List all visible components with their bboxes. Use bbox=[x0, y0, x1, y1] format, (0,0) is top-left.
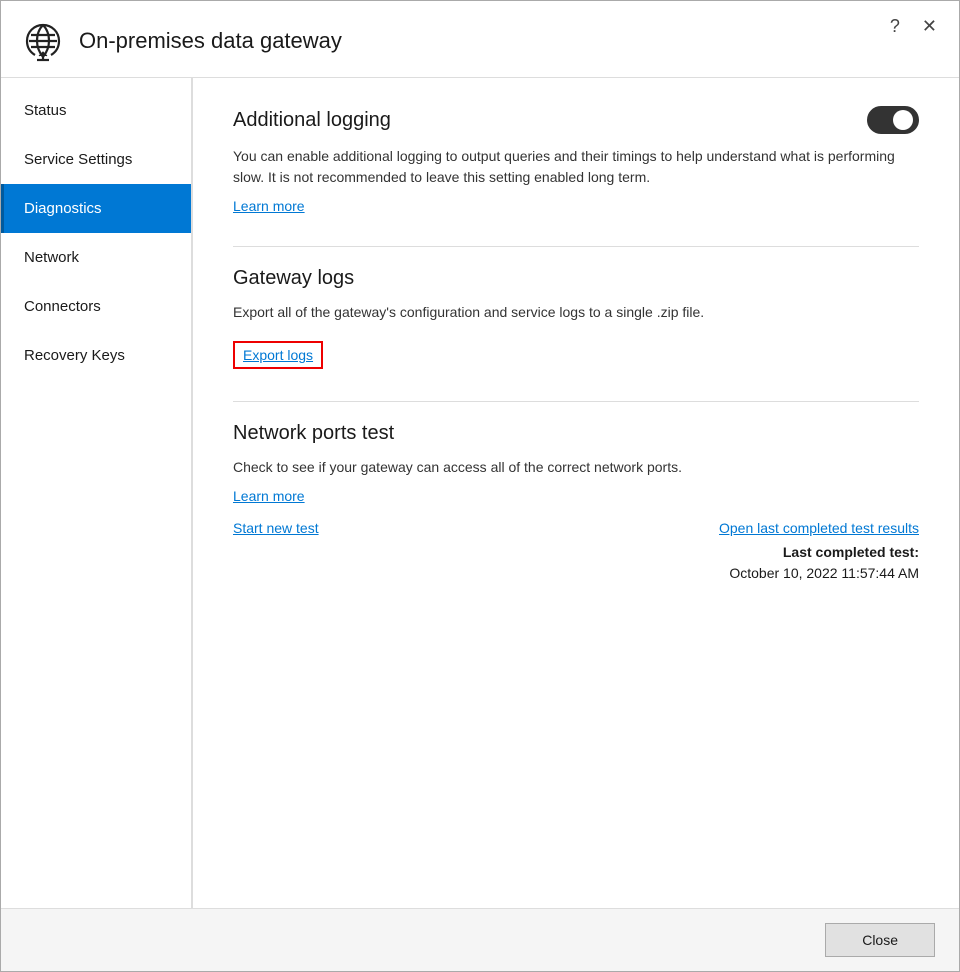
network-ports-learn-more[interactable]: Learn more bbox=[233, 488, 305, 504]
help-button[interactable]: ? bbox=[884, 15, 906, 37]
dialog-window: On-premises data gateway ? ✕ Status Serv… bbox=[0, 0, 960, 972]
network-ports-title: Network ports test bbox=[233, 422, 394, 445]
sidebar-item-connectors[interactable]: Connectors bbox=[1, 282, 191, 331]
additional-logging-section: Additional logging You can enable additi… bbox=[233, 106, 919, 214]
toggle-track[interactable] bbox=[867, 106, 919, 134]
sidebar: Status Service Settings Diagnostics Netw… bbox=[1, 78, 193, 908]
sidebar-item-recovery-keys[interactable]: Recovery Keys bbox=[1, 331, 191, 380]
network-ports-results: Open last completed test results Last co… bbox=[719, 520, 919, 584]
sidebar-item-status[interactable]: Status bbox=[1, 86, 191, 135]
close-dialog-button[interactable]: Close bbox=[825, 923, 935, 957]
bottom-bar: Close bbox=[1, 908, 959, 971]
divider-1 bbox=[233, 246, 919, 247]
additional-logging-body: You can enable additional logging to out… bbox=[233, 146, 919, 188]
export-logs-link[interactable]: Export logs bbox=[243, 347, 313, 363]
last-test-info: Last completed test: October 10, 2022 11… bbox=[729, 542, 919, 584]
additional-logging-header: Additional logging bbox=[233, 106, 919, 134]
content-area: Additional logging You can enable additi… bbox=[193, 78, 959, 908]
gateway-logs-section: Gateway logs Export all of the gateway's… bbox=[233, 267, 919, 369]
title-controls: ? ✕ bbox=[884, 15, 943, 37]
sidebar-item-network[interactable]: Network bbox=[1, 233, 191, 282]
open-last-results-link[interactable]: Open last completed test results bbox=[719, 520, 919, 536]
close-button[interactable]: ✕ bbox=[916, 15, 943, 37]
last-completed-label: Last completed test: bbox=[729, 542, 919, 563]
sidebar-item-service-settings[interactable]: Service Settings bbox=[1, 135, 191, 184]
divider-2 bbox=[233, 401, 919, 402]
start-new-test-link[interactable]: Start new test bbox=[233, 520, 319, 536]
sidebar-item-diagnostics[interactable]: Diagnostics bbox=[1, 184, 191, 233]
network-ports-footer: Start new test Open last completed test … bbox=[233, 510, 919, 584]
network-ports-actions: Start new test bbox=[233, 520, 319, 536]
network-ports-section: Network ports test Check to see if your … bbox=[233, 422, 919, 584]
additional-logging-toggle[interactable] bbox=[867, 106, 919, 134]
additional-logging-title: Additional logging bbox=[233, 109, 391, 132]
gateway-logs-title: Gateway logs bbox=[233, 267, 354, 290]
dialog-title: On-premises data gateway bbox=[79, 28, 342, 54]
title-bar: On-premises data gateway ? ✕ bbox=[1, 1, 959, 78]
gateway-logs-header: Gateway logs bbox=[233, 267, 919, 290]
additional-logging-learn-more[interactable]: Learn more bbox=[233, 198, 305, 214]
network-ports-header: Network ports test bbox=[233, 422, 919, 445]
toggle-thumb bbox=[893, 110, 913, 130]
gateway-logs-body: Export all of the gateway's configuratio… bbox=[233, 302, 919, 323]
export-logs-box: Export logs bbox=[233, 341, 323, 369]
gateway-icon bbox=[21, 19, 65, 63]
network-ports-body: Check to see if your gateway can access … bbox=[233, 457, 919, 478]
last-completed-value: October 10, 2022 11:57:44 AM bbox=[729, 563, 919, 584]
main-content: Status Service Settings Diagnostics Netw… bbox=[1, 78, 959, 908]
